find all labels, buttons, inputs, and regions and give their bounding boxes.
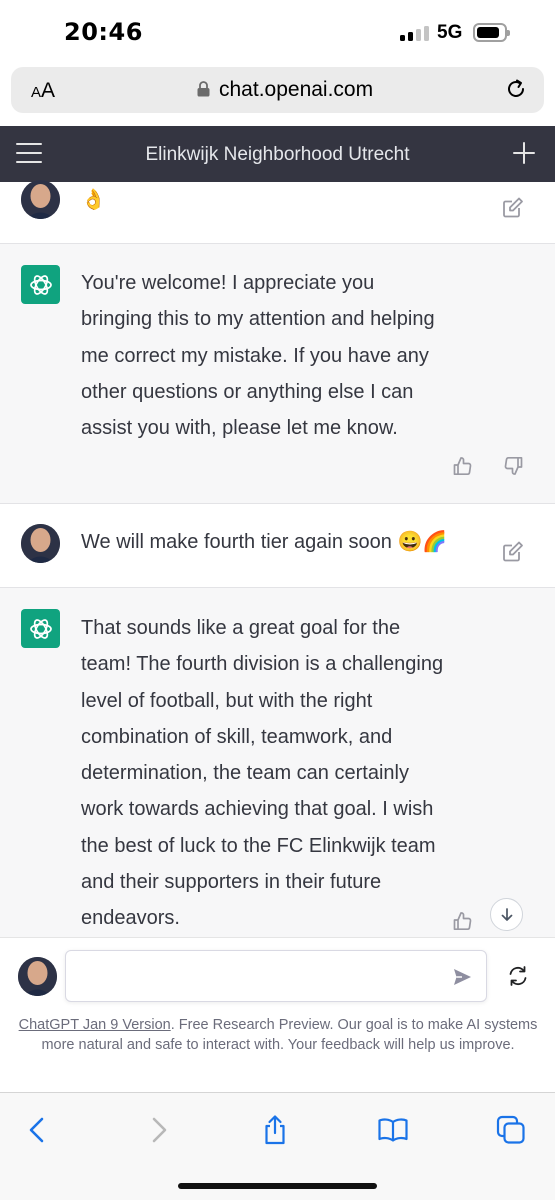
tabs-icon[interactable]	[495, 1114, 527, 1146]
browser-address-area: AA chat.openai.com	[0, 62, 555, 126]
plus-icon[interactable]	[513, 142, 535, 164]
message-text: That sounds like a great goal for the te…	[81, 617, 444, 930]
chat-header: Elinkwijk Neighborhood Utrecht	[0, 126, 555, 182]
message-input-box[interactable]	[65, 950, 487, 1002]
regenerate-icon[interactable]	[507, 965, 529, 987]
text-size-button[interactable]: AA	[31, 79, 55, 103]
scroll-down-button[interactable]	[490, 898, 523, 931]
user-avatar	[21, 524, 60, 563]
version-link[interactable]: ChatGPT Jan 9 Version	[19, 1017, 171, 1033]
chat-title: Elinkwijk Neighborhood Utrecht	[145, 144, 410, 165]
url-text: chat.openai.com	[219, 78, 374, 101]
chevron-left-icon[interactable]	[22, 1114, 54, 1146]
openai-logo-icon	[21, 609, 60, 648]
thumbs-up-icon[interactable]	[451, 910, 473, 932]
book-icon[interactable]	[377, 1114, 409, 1146]
address-bar[interactable]: AA chat.openai.com	[11, 67, 544, 113]
message-text: We will make fourth tier again soon 😀🌈	[81, 531, 448, 553]
send-icon[interactable]	[452, 967, 472, 987]
lock-icon	[197, 81, 210, 97]
reload-icon[interactable]	[504, 77, 528, 101]
status-bar: 20:46 5G	[0, 0, 555, 62]
battery-icon	[473, 23, 510, 42]
home-indicator	[178, 1183, 377, 1189]
chevron-right-icon[interactable]	[142, 1114, 174, 1146]
user-message: We will make fourth tier again soon 😀🌈	[0, 504, 555, 588]
user-message: 👌	[0, 180, 555, 244]
thumbs-up-icon[interactable]	[451, 455, 473, 477]
arrow-down-icon	[501, 907, 512, 921]
thumbs-down-icon[interactable]	[503, 455, 525, 477]
battery-level	[477, 27, 499, 38]
share-icon[interactable]	[259, 1114, 291, 1146]
footer-note: ChatGPT Jan 9 Version. Free Research Pre…	[14, 1015, 542, 1055]
user-avatar	[18, 957, 57, 996]
edit-icon[interactable]	[502, 540, 524, 562]
edit-icon[interactable]	[502, 196, 524, 218]
user-avatar	[21, 180, 60, 219]
message-input[interactable]	[78, 963, 438, 989]
assistant-message: That sounds like a great goal for the te…	[0, 588, 555, 937]
message-text: You're welcome! I appreciate you bringin…	[81, 272, 435, 440]
openai-logo-icon	[21, 265, 60, 304]
assistant-message: You're welcome! I appreciate you bringin…	[0, 244, 555, 504]
status-time: 20:46	[64, 18, 143, 46]
signal-strength-icon	[400, 25, 430, 41]
message-text: 👌	[81, 189, 106, 211]
network-type: 5G	[437, 22, 463, 43]
composer: ChatGPT Jan 9 Version. Free Research Pre…	[0, 937, 555, 1092]
